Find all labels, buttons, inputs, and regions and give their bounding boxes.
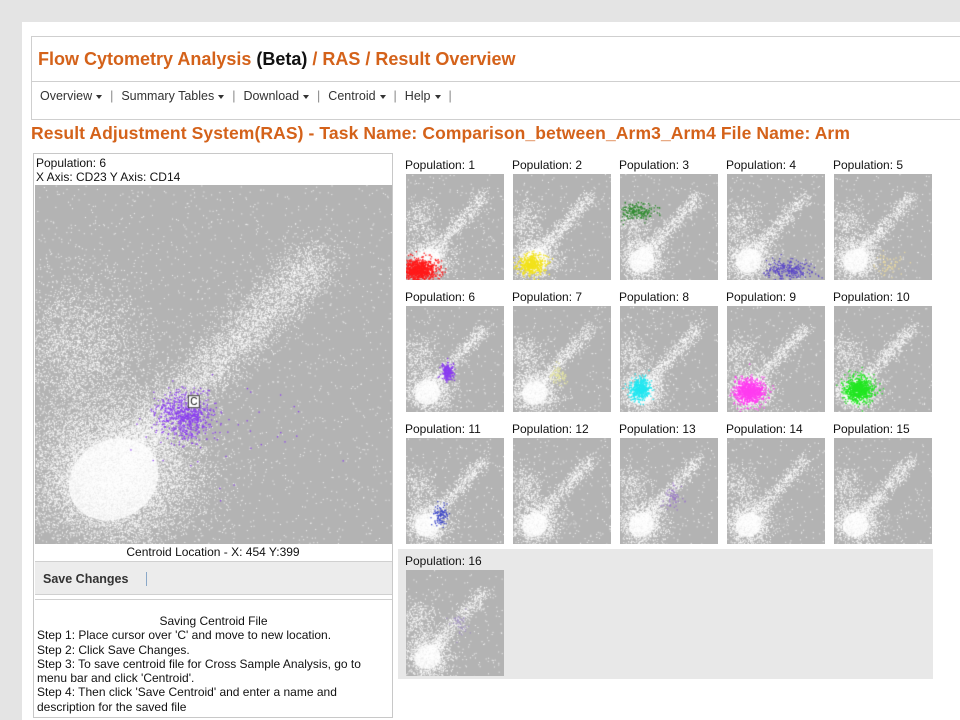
menu-summary-tables[interactable]: Summary Tables <box>121 89 225 103</box>
header-panel: Flow Cytometry Analysis (Beta) / RAS / R… <box>31 36 960 120</box>
population-label: Population: 10 <box>833 290 910 304</box>
app-title-beta: (Beta) <box>256 49 308 69</box>
population-thumbnail[interactable] <box>620 438 718 544</box>
population-thumbnail[interactable] <box>727 438 825 544</box>
population-cell[interactable]: Population: 2 <box>505 153 612 285</box>
menu-bar: Overview | Summary Tables | Download | C… <box>40 89 460 103</box>
population-thumbnail[interactable] <box>406 570 504 676</box>
population-label: Population: 4 <box>726 158 797 172</box>
menu-separator: | <box>393 89 397 103</box>
instruction-step: Step 4: Then click 'Save Centroid' and e… <box>37 685 337 714</box>
menu-centroid[interactable]: Centroid <box>328 89 386 103</box>
menu-separator: | <box>448 89 452 103</box>
population-label: Population: 5 <box>833 158 904 172</box>
menu-download[interactable]: Download <box>243 89 310 103</box>
population-cell[interactable]: Population: 1 <box>398 153 505 285</box>
population-cell[interactable]: Population: 9 <box>719 285 826 417</box>
population-label: Population: 16 <box>405 554 482 568</box>
population-thumbnail[interactable] <box>406 306 504 412</box>
population-cell[interactable]: Population: 13 <box>612 417 719 549</box>
chevron-down-icon <box>96 95 103 99</box>
menu-centroid-label: Centroid <box>328 89 376 103</box>
instructions-box: Saving Centroid File Step 1: Place curso… <box>35 599 392 717</box>
population-thumbnail[interactable] <box>727 174 825 280</box>
population-label: Population: 13 <box>619 422 696 436</box>
population-thumbnail[interactable] <box>834 438 932 544</box>
menu-separator: | <box>317 89 321 103</box>
chevron-down-icon <box>434 95 441 99</box>
population-thumbnail[interactable] <box>834 174 932 280</box>
population-label: Population: 3 <box>619 158 690 172</box>
population-cell[interactable]: Population: 4 <box>719 153 826 285</box>
scatter-plot-main[interactable] <box>35 185 392 544</box>
axis-label: X Axis: CD23 Y Axis: CD14 <box>36 170 181 184</box>
population-thumbnail[interactable] <box>727 306 825 412</box>
menu-separator: | <box>232 89 236 103</box>
population-label: Population: 6 <box>405 290 476 304</box>
population-cell[interactable]: Population: 11 <box>398 417 505 549</box>
population-thumbnail[interactable] <box>513 174 611 280</box>
window-frame-top <box>0 0 960 22</box>
population-cell[interactable]: Population: 10 <box>826 285 933 417</box>
population-cell[interactable]: Population: 15 <box>826 417 933 549</box>
population-cell[interactable]: Population: 8 <box>612 285 719 417</box>
centroid-location: Centroid Location - X: 454 Y:399 <box>126 545 300 559</box>
population-label: Population: 15 <box>833 422 910 436</box>
window-frame-left <box>0 0 22 720</box>
population-label: Population: 8 <box>619 290 690 304</box>
toolbar-divider <box>146 572 147 586</box>
menu-separator: | <box>110 89 114 103</box>
population-cell[interactable]: Population: 3 <box>612 153 719 285</box>
selected-population-panel: Population: 6 X Axis: CD23 Y Axis: CD14 … <box>33 153 393 718</box>
population-thumbnail[interactable] <box>406 174 504 280</box>
population-cell[interactable]: Population: 7 <box>505 285 612 417</box>
population-cell[interactable]: Population: 14 <box>719 417 826 549</box>
instruction-step: Step 3: To save centroid file for Cross … <box>37 656 361 686</box>
population-grid: Population: 1 Population: 2 Population: 3 P… <box>398 153 933 679</box>
save-changes-button[interactable]: Save Changes <box>43 572 128 586</box>
instructions-title: Saving Centroid File <box>159 614 268 628</box>
population-thumbnail[interactable] <box>620 174 718 280</box>
menu-help[interactable]: Help <box>405 89 441 103</box>
population-cell[interactable]: Population: 5 <box>826 153 933 285</box>
population-label: Population: 11 <box>405 422 481 436</box>
population-label: Population: 14 <box>726 422 803 436</box>
population-label: Population: 12 <box>512 422 589 436</box>
population-thumbnail[interactable] <box>620 306 718 412</box>
save-toolbar: Save Changes <box>35 561 392 595</box>
menu-overview-label: Overview <box>40 89 93 103</box>
menu-download-label: Download <box>243 89 300 103</box>
population-cell[interactable]: Population: 16 <box>398 549 505 681</box>
menu-overview[interactable]: Overview <box>40 89 103 103</box>
selected-population-label: Population: 6 <box>36 156 107 170</box>
app-title: Flow Cytometry Analysis (Beta) / RAS / R… <box>38 49 515 70</box>
app-title-main: Flow Cytometry Analysis <box>38 49 257 69</box>
instruction-step: Step 2: Click Save Changes. <box>37 642 190 657</box>
population-label: Population: 2 <box>512 158 583 172</box>
population-thumbnail[interactable] <box>406 438 504 544</box>
page-title: Result Adjustment System(RAS) - Task Nam… <box>31 123 850 143</box>
menu-help-label: Help <box>404 89 431 103</box>
population-thumbnail[interactable] <box>834 306 932 412</box>
population-cell[interactable]: Population: 12 <box>505 417 612 549</box>
population-cell[interactable]: Population: 6 <box>398 285 505 417</box>
chevron-down-icon <box>303 95 310 99</box>
menu-summary-tables-label: Summary Tables <box>121 89 215 103</box>
instruction-step: Step 1: Place cursor over 'C' and move t… <box>37 628 332 643</box>
app-title-path: / RAS / Result Overview <box>307 49 516 69</box>
population-label: Population: 9 <box>726 290 797 304</box>
chevron-down-icon <box>379 95 386 99</box>
population-label: Population: 1 <box>405 158 476 172</box>
population-label: Population: 7 <box>512 290 583 304</box>
chevron-down-icon <box>218 95 225 99</box>
population-thumbnail[interactable] <box>513 306 611 412</box>
header-divider <box>32 81 960 82</box>
population-thumbnail[interactable] <box>513 438 611 544</box>
